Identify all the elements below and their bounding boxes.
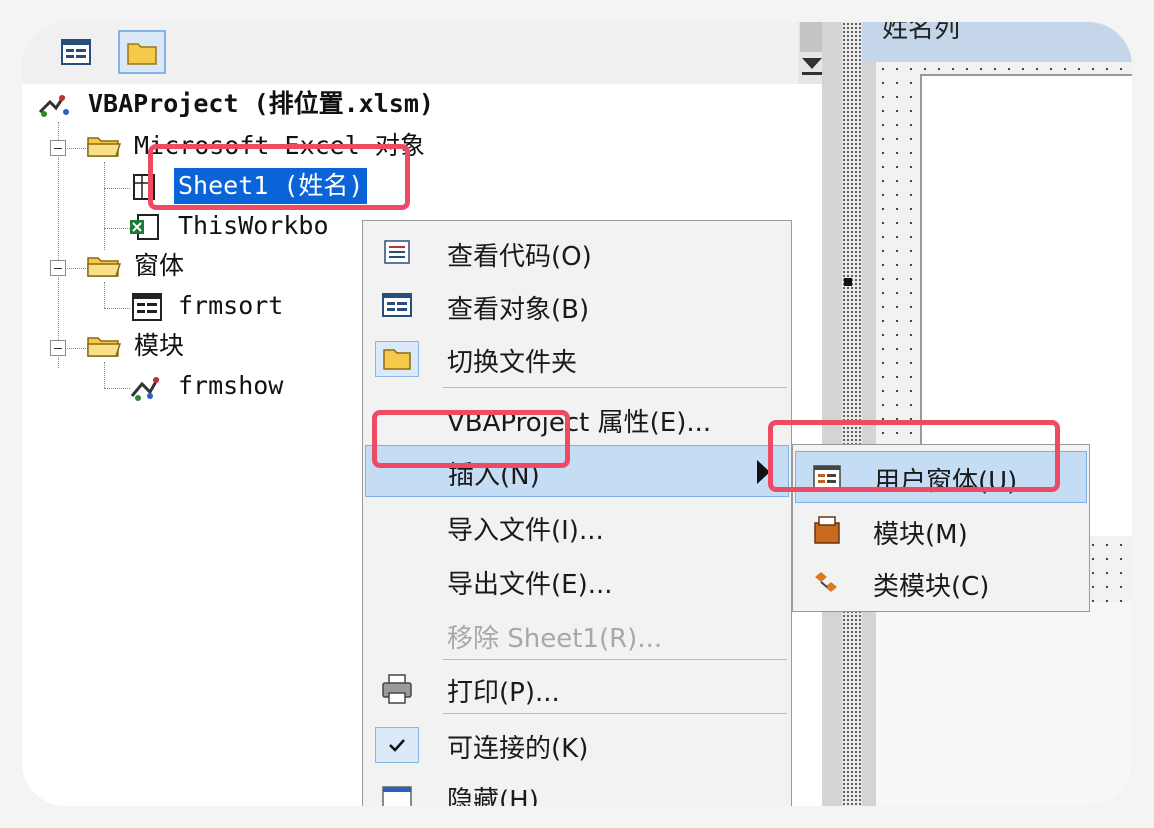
scroll-thumb[interactable] <box>800 22 824 52</box>
vbaproject-icon <box>36 90 72 120</box>
submenu-item-class-module[interactable]: 类模块(C) <box>795 557 1087 609</box>
annotation-box-userform <box>768 420 1060 492</box>
menu-item-label: 查看代码(O) <box>447 242 592 272</box>
tree-item-thisworkbook[interactable]: ThisWorkbo <box>174 208 333 244</box>
tree-item-label: 模块 <box>134 331 185 360</box>
form-caption: 姓名列 <box>882 22 961 44</box>
module-icon <box>128 372 164 402</box>
menu-item-import-file[interactable]: 导入文件(I)... <box>365 501 789 553</box>
userform-icon <box>130 292 164 322</box>
collapse-toggle-icon[interactable] <box>50 140 66 156</box>
menu-item-dockable[interactable]: 可连接的(K) <box>365 719 789 771</box>
collapse-toggle-icon[interactable] <box>50 260 66 276</box>
tree-item-frmshow[interactable]: frmshow <box>174 368 287 404</box>
menu-item-view-object[interactable]: 查看对象(B) <box>365 280 789 332</box>
menu-item-label: 打印(P)... <box>447 678 560 708</box>
menu-item-view-code[interactable]: 查看代码(O) <box>365 227 789 279</box>
menu-item-label: 查看对象(B) <box>447 295 590 325</box>
folder-open-icon <box>86 250 122 280</box>
tree-item-label: VBAProject (排位置.xlsm) <box>88 89 434 118</box>
view-object-button[interactable] <box>52 30 100 74</box>
checkmark-icon <box>389 739 405 752</box>
collapse-toggle-icon[interactable] <box>50 340 66 356</box>
menu-item-hide[interactable]: 隐藏(H) <box>365 771 789 806</box>
menu-item-label: 可连接的(K) <box>447 734 589 764</box>
tree-item-forms[interactable]: 窗体 <box>130 248 188 284</box>
tree-item-vbaproject[interactable]: VBAProject (排位置.xlsm) <box>84 86 438 122</box>
submenu-item-module[interactable]: 模块(M) <box>795 505 1087 557</box>
folder-open-icon <box>86 130 122 160</box>
module-icon <box>814 516 840 544</box>
menu-item-label: 切换文件夹 <box>447 348 578 378</box>
tree-item-label: frmshow <box>178 371 284 400</box>
toggle-folders-button[interactable] <box>118 30 166 74</box>
userform-designer: 姓名列 <box>822 22 1132 806</box>
context-menu: 查看代码(O) 查看对象(B) 切换文件夹 VBAProject 属性(E)..… <box>362 220 792 806</box>
toggle-folders-icon <box>127 43 157 65</box>
workbook-icon <box>128 212 162 242</box>
class-module-icon <box>815 572 837 592</box>
annotation-box-insert <box>372 410 570 468</box>
tree-item-frmsort[interactable]: frmsort <box>174 288 287 324</box>
designer-background <box>876 602 1132 806</box>
menu-item-export-file[interactable]: 导出文件(E)... <box>365 555 789 607</box>
splitter-bar[interactable] <box>842 22 862 806</box>
folder-open-icon <box>86 330 122 360</box>
resize-handle[interactable] <box>844 278 852 286</box>
annotation-box-sheet1 <box>148 144 410 210</box>
window-icon <box>382 786 412 806</box>
menu-item-remove: 移除 Sheet1(R)... <box>365 609 789 661</box>
menu-item-print[interactable]: 打印(P)... <box>365 663 789 715</box>
menu-item-label: 导入文件(I)... <box>447 516 604 546</box>
scroll-down-arrow-icon[interactable] <box>802 58 822 69</box>
folder-icon <box>383 349 411 370</box>
menu-item-label: 导出文件(E)... <box>447 570 613 600</box>
project-explorer-toolbar <box>22 22 826 84</box>
menu-item-toggle-folders[interactable]: 切换文件夹 <box>365 333 789 385</box>
menu-separator <box>443 659 787 660</box>
tree-item-label: ThisWorkbo <box>178 211 329 240</box>
printer-icon <box>382 674 412 704</box>
tree-item-label: 窗体 <box>134 251 185 280</box>
menu-item-label: 模块(M) <box>873 520 968 550</box>
menu-separator <box>443 387 787 388</box>
view-object-icon <box>61 39 91 65</box>
view-object-icon <box>382 293 412 317</box>
menu-item-label: 隐藏(H) <box>447 786 539 806</box>
menu-separator <box>443 713 787 714</box>
menu-item-label: 类模块(C) <box>873 572 990 602</box>
menu-item-label: 移除 Sheet1(R)... <box>447 624 663 654</box>
tree-item-modules[interactable]: 模块 <box>130 328 188 364</box>
form-caption-bar: 姓名列 <box>862 22 1132 62</box>
vbe-window: VBAProject (排位置.xlsm) Microsoft Excel 对象… <box>22 22 1132 806</box>
tree-item-label: frmsort <box>178 291 284 320</box>
view-code-icon <box>384 240 410 264</box>
